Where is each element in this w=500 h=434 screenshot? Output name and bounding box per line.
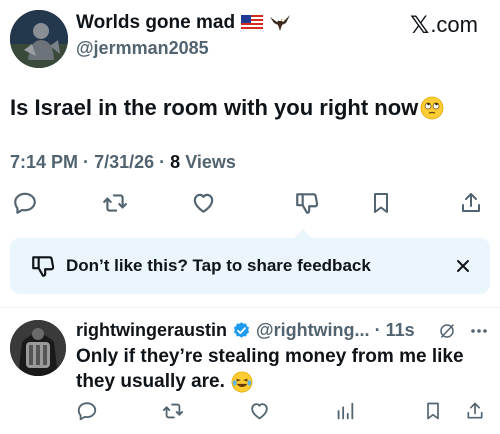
reply-bookmark-button[interactable]: [418, 396, 448, 426]
divider: [0, 307, 500, 308]
reply-views-button[interactable]: [330, 396, 360, 426]
dislike-button[interactable]: [290, 186, 324, 220]
reply-icon: [76, 400, 98, 422]
author-name-row[interactable]: Worlds gone mad: [76, 12, 291, 34]
views-icon: [334, 400, 356, 422]
retweet-icon: [161, 400, 185, 422]
retweet-button[interactable]: [98, 186, 132, 220]
flag-usa-icon: [241, 15, 264, 31]
reply-text-line2-row: they usually are.: [76, 369, 476, 394]
grok-button[interactable]: [436, 320, 458, 342]
share-icon: [465, 400, 485, 422]
reply-actions: [0, 396, 500, 426]
reply-icon: [12, 190, 38, 216]
tweet-actions: [0, 186, 500, 220]
grok-icon: [438, 322, 456, 340]
feedback-close-button[interactable]: [452, 255, 474, 277]
reply-text-line2: they usually are.: [76, 371, 225, 392]
tweet-text: Is Israel in the room with you right now: [10, 95, 444, 121]
tweet-meta: 7:14 PM · 7/31/26 · 8 Views: [10, 152, 236, 173]
share-icon: [459, 190, 483, 216]
author-avatar[interactable]: [10, 10, 68, 68]
x-logo: 𝕏 .com: [410, 11, 478, 39]
feedback-banner[interactable]: Don’t like this? Tap to share feedback: [10, 238, 490, 294]
reply-text-line1: Only if they’re stealing money from me l…: [76, 346, 464, 367]
bookmark-button[interactable]: [364, 186, 398, 220]
close-icon: [455, 258, 471, 274]
eye-roll-emoji-icon: [420, 96, 444, 120]
meta-separator: ·: [159, 152, 166, 172]
retweet-icon: [101, 190, 129, 216]
author-display-name[interactable]: Worlds gone mad: [76, 12, 235, 34]
reply-share-button[interactable]: [460, 396, 490, 426]
x-logo-label: .com: [430, 12, 478, 37]
like-button[interactable]: [186, 186, 220, 220]
more-options-button[interactable]: [466, 320, 492, 342]
reply-display-name[interactable]: rightwingeraustin: [76, 320, 227, 341]
reply-time[interactable]: 11s: [386, 320, 415, 341]
eagle-icon: [269, 13, 291, 33]
like-icon: [190, 190, 217, 216]
tweet-time[interactable]: 7:14 PM: [10, 152, 78, 172]
views-count[interactable]: 8: [170, 152, 180, 172]
bookmark-icon: [423, 400, 443, 422]
verified-badge-icon: [232, 321, 251, 340]
dislike-icon: [294, 190, 320, 216]
reply-handle[interactable]: @rightwing...: [256, 320, 370, 341]
reply-header: rightwingeraustin @rightwing... · 11s: [76, 320, 415, 341]
reply-retweet-button[interactable]: [158, 396, 188, 426]
tweet-body: Is Israel in the room with you right now: [10, 95, 419, 120]
dislike-icon: [30, 253, 56, 279]
more-icon: [470, 328, 488, 334]
feedback-text[interactable]: Don’t like this? Tap to share feedback: [66, 256, 371, 276]
reply-button[interactable]: [8, 186, 42, 220]
author-handle[interactable]: @jermman2085: [76, 38, 209, 59]
views-label[interactable]: Views: [185, 152, 236, 172]
tweet-date[interactable]: 7/31/26: [94, 152, 154, 172]
share-button[interactable]: [454, 186, 488, 220]
reply-text: Only if they’re stealing money from me l…: [76, 344, 476, 394]
reply-reply-button[interactable]: [72, 396, 102, 426]
laughing-tears-emoji-icon: [231, 371, 253, 393]
reply-like-button[interactable]: [244, 396, 274, 426]
reply-author-avatar[interactable]: [10, 320, 66, 376]
reply-separator: ·: [374, 320, 381, 340]
x-logo-icon: 𝕏: [409, 11, 430, 39]
bookmark-icon: [369, 190, 393, 216]
meta-separator: ·: [83, 152, 90, 172]
like-icon: [248, 400, 271, 422]
